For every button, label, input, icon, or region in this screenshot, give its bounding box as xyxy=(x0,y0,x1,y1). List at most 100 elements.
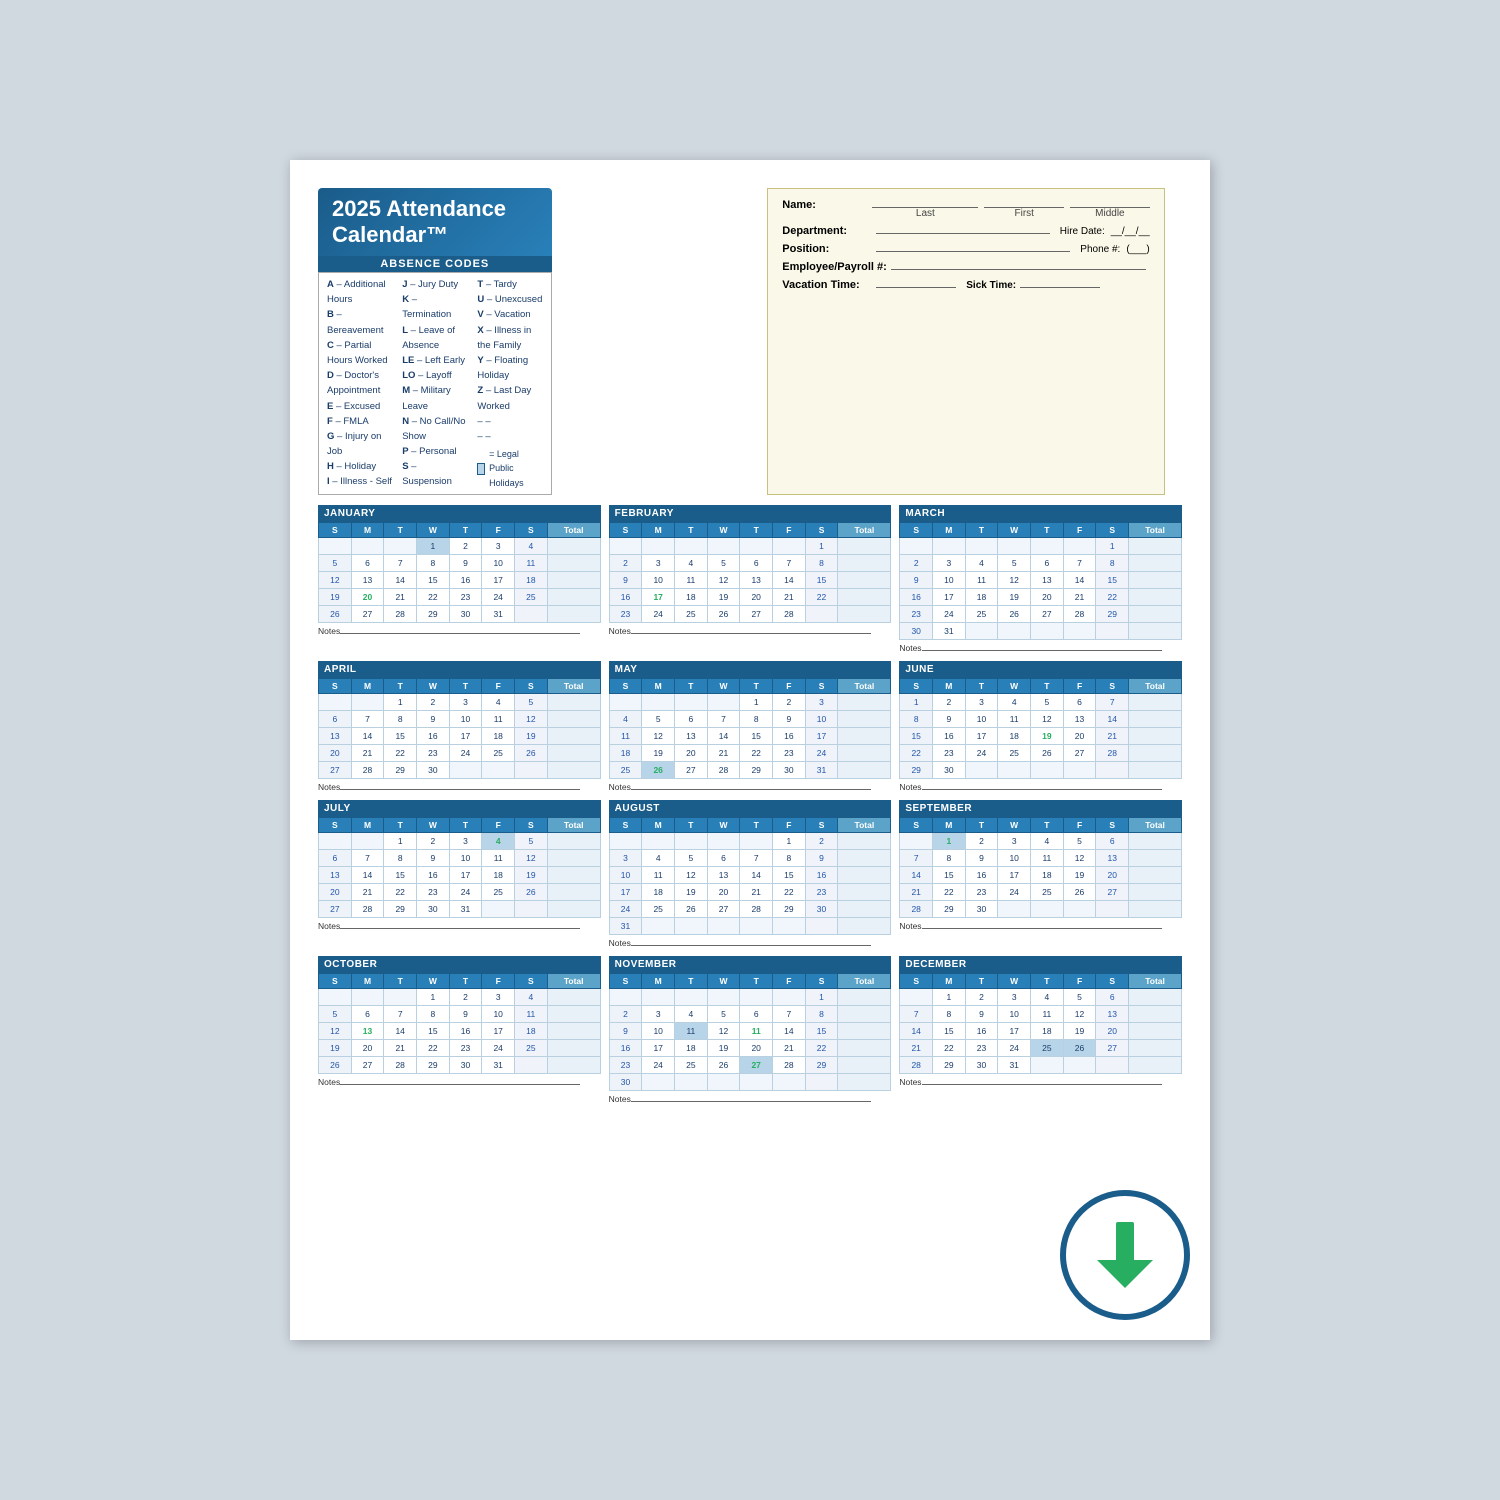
table-row: 9101112111415 xyxy=(609,1023,891,1040)
download-overlay[interactable] xyxy=(1060,1190,1190,1320)
january-table: S M T W T F S Total 1234 567891011 xyxy=(318,522,601,623)
download-circle[interactable] xyxy=(1060,1190,1190,1320)
code-j: J – Jury Duty xyxy=(402,277,467,292)
name-row: Name: Last First Middle xyxy=(782,199,1149,219)
table-row: 13141516171819 xyxy=(319,728,601,745)
vacation-label: Vacation Time: xyxy=(782,279,872,291)
code-s: S – Suspension xyxy=(402,459,467,489)
july-header: JULY xyxy=(318,800,601,817)
code-h: H – Holiday xyxy=(327,459,392,474)
page-title: 2025 Attendance Calendar™ xyxy=(318,188,552,256)
november-notes: Notes xyxy=(609,1094,892,1104)
table-row: 30 xyxy=(609,1074,891,1091)
phone-label: Phone #: xyxy=(1080,244,1120,255)
august-header: AUGUST xyxy=(609,800,892,817)
table-row: 10111213141516 xyxy=(609,867,891,884)
table-row: 20212223242526 xyxy=(319,884,601,901)
code-d: D – Doctor's Appointment xyxy=(327,368,392,398)
hire-label: Hire Date: xyxy=(1060,226,1105,237)
month-may: MAY SMTWTFSTotal 123 45678910 1112131415… xyxy=(609,661,892,792)
code-p: P – Personal xyxy=(402,444,467,459)
table-row: 22232425262728 xyxy=(900,745,1182,762)
table-row: 1 xyxy=(609,538,891,555)
code-le: LE – Left Early xyxy=(402,353,467,368)
table-row: 123456 xyxy=(900,989,1182,1006)
arrow-head xyxy=(1097,1260,1153,1288)
holiday-note-text: = Legal Public Holidays xyxy=(489,447,543,490)
june-header: JUNE xyxy=(899,661,1182,678)
employee-info: Name: Last First Middle xyxy=(767,188,1164,495)
march-notes: Notes xyxy=(899,643,1182,653)
february-header: FEBRUARY xyxy=(609,505,892,522)
month-october: OCTOBER SMTWTFSTotal 1234 567891011 1213… xyxy=(318,956,601,1104)
november-header: NOVEMBER xyxy=(609,956,892,973)
table-row: 1 xyxy=(609,989,891,1006)
cal-row-3: JULY SMTWTFSTotal 12345 6789101112 13141… xyxy=(318,800,1182,948)
table-row: 1234 xyxy=(319,989,601,1006)
month-april: APRIL SMTWTFSTotal 12345 6789101112 1314… xyxy=(318,661,601,792)
attendance-calendar-page: 2025 Attendance Calendar™ ABSENCE CODES … xyxy=(290,160,1210,1340)
payroll-label: Employee/Payroll #: xyxy=(782,261,887,273)
code-m: M – Military Leave xyxy=(402,383,467,413)
january-header: JANUARY xyxy=(318,505,601,522)
october-header: OCTOBER xyxy=(318,956,601,973)
table-row: 13141516171819 xyxy=(319,867,601,884)
table-row: 19202122232425 xyxy=(319,589,601,606)
code-e: E – Excused xyxy=(327,399,392,414)
name-sub: Last First Middle xyxy=(872,207,1149,219)
table-row: 2345678 xyxy=(609,1006,891,1023)
table-row: 232425262728 xyxy=(609,606,891,623)
april-table: SMTWTFSTotal 12345 6789101112 1314151617… xyxy=(318,678,601,779)
table-row: 262728293031 xyxy=(319,1057,601,1074)
table-row: 2345678 xyxy=(609,555,891,572)
code-a: A – Additional Hours xyxy=(327,277,392,307)
september-table: SMTWTFSTotal 123456 78910111213 14151617… xyxy=(899,817,1182,918)
th-mon: M xyxy=(351,523,384,538)
may-table: SMTWTFSTotal 123 45678910 11121314151617… xyxy=(609,678,892,779)
table-row: 2930 xyxy=(900,762,1182,779)
cal-row-4: OCTOBER SMTWTFSTotal 1234 567891011 1213… xyxy=(318,956,1182,1104)
table-row: 14151617181920 xyxy=(900,1023,1182,1040)
code-l: L – Leave of Absence xyxy=(402,323,467,353)
table-row: 21222324252627 xyxy=(900,1040,1182,1057)
may-notes: Notes xyxy=(609,782,892,792)
phone-format: (___) xyxy=(1126,244,1149,255)
absence-col-2: J – Jury Duty K – Termination L – Leave … xyxy=(402,277,467,490)
january-notes: Notes xyxy=(318,626,601,636)
table-row: 18192021222324 xyxy=(609,745,891,762)
table-row: 11121314151617 xyxy=(609,728,891,745)
code-k: K – Termination xyxy=(402,292,467,322)
table-row: 3456789 xyxy=(609,850,891,867)
month-march: MARCH SMTWTFSTotal 1 2345678 91011121314… xyxy=(899,505,1182,653)
hire-date-format: __/__/__ xyxy=(1111,226,1150,237)
april-header: APRIL xyxy=(318,661,601,678)
april-notes: Notes xyxy=(318,782,601,792)
month-september: SEPTEMBER SMTWTFSTotal 123456 7891011121… xyxy=(899,800,1182,948)
name-label: Name: xyxy=(782,199,872,211)
table-row: 78910111213 xyxy=(900,850,1182,867)
code-z: Z – Last Day Worked xyxy=(477,383,542,413)
table-row: 25262728293031 xyxy=(609,762,891,779)
table-row: 20212223242526 xyxy=(319,745,601,762)
table-row: 123456 xyxy=(900,833,1182,850)
table-row: 123 xyxy=(609,694,891,711)
table-row: 1234 xyxy=(319,538,601,555)
table-row: 31 xyxy=(609,918,891,935)
code-dash1: – – xyxy=(477,414,542,429)
code-b: B – Bereavement xyxy=(327,307,392,337)
june-notes: Notes xyxy=(899,782,1182,792)
absence-codes: A – Additional Hours B – Bereavement C –… xyxy=(318,272,552,495)
table-row: 12131415161718 xyxy=(319,1023,601,1040)
month-january: JANUARY S M T W T F S Total 1234 xyxy=(318,505,601,653)
may-header: MAY xyxy=(609,661,892,678)
dept-row: Department: Hire Date: __/__/__ xyxy=(782,225,1149,237)
download-arrow-icon xyxy=(1097,1222,1153,1288)
table-row: 45678910 xyxy=(609,711,891,728)
october-notes: Notes xyxy=(318,1077,601,1087)
march-header: MARCH xyxy=(899,505,1182,522)
table-row: 16171819202122 xyxy=(609,1040,891,1057)
code-y: Y – Floating Holiday xyxy=(477,353,542,383)
march-table: SMTWTFSTotal 1 2345678 9101112131415 161… xyxy=(899,522,1182,640)
table-row: 15161718192021 xyxy=(900,728,1182,745)
absence-col-3: T – Tardy U – Unexcused V – Vacation X –… xyxy=(477,277,542,490)
